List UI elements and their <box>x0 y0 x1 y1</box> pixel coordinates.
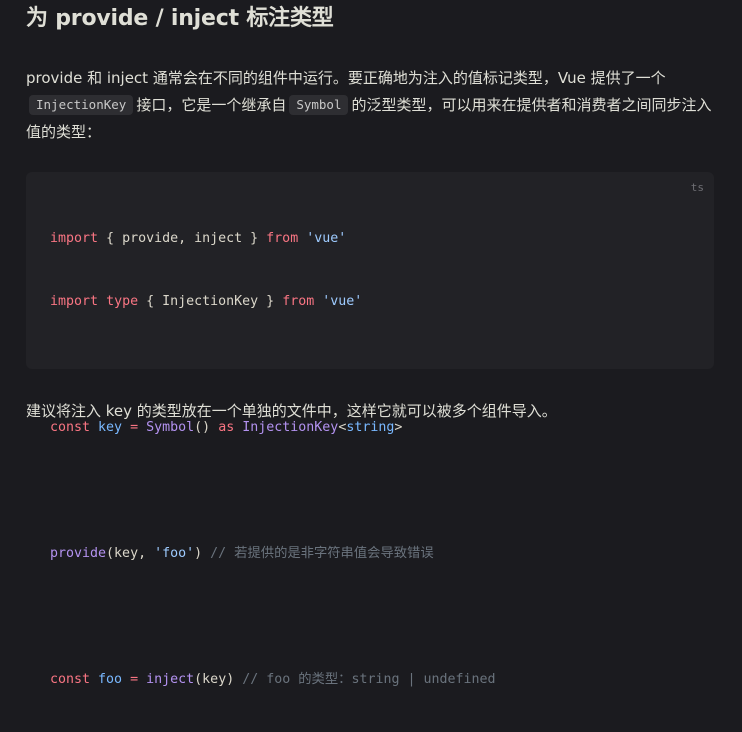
code-line-4: provide(key, 'foo') // 若提供的是非字符串值会导致错误 <box>50 543 496 564</box>
code-comment: // 若提供的是非字符串值会导致错误 <box>210 546 434 561</box>
section-heading: 为 provide / inject 标注类型 <box>26 6 334 31</box>
code-line-blank-1 <box>50 354 496 375</box>
function-provide: provide <box>50 546 107 561</box>
intro-text-1: provide 和 inject 通常会在不同的组件中运行。要正确地为注入的值标… <box>26 69 666 87</box>
inline-code-symbol: Symbol <box>289 95 349 115</box>
code-comment: // foo 的类型：string | undefined <box>242 672 496 687</box>
intro-paragraph: provide 和 inject 通常会在不同的组件中运行。要正确地为注入的值标… <box>26 65 716 146</box>
keyword-from: from <box>282 294 315 309</box>
intro-text-2: 接口，它是一个继承自 <box>136 96 287 114</box>
keyword-import: import <box>50 231 99 246</box>
recommendation-paragraph: 建议将注入 key 的类型放在一个单独的文件中，这样它就可以被多个组件导入。 <box>26 402 557 420</box>
code-punct: (key, <box>106 546 155 561</box>
code-punct: { provide, inject } <box>98 231 267 246</box>
keyword-from: from <box>266 231 299 246</box>
function-inject: inject <box>146 672 195 687</box>
variable-foo: foo <box>98 672 123 687</box>
code-punct: ) <box>194 546 203 561</box>
string-vue: 'vue' <box>306 231 347 246</box>
operator-equals: = <box>130 672 139 687</box>
code-line-1: import { provide, inject } from 'vue' <box>50 228 496 249</box>
string-vue: 'vue' <box>322 294 363 309</box>
code-line-2: import type { InjectionKey } from 'vue' <box>50 291 496 312</box>
keyword-import: import <box>50 294 99 309</box>
keyword-type: type <box>106 294 139 309</box>
code-block: ts import { provide, inject } from 'vue'… <box>26 172 714 687</box>
code-language-label: ts <box>690 181 704 194</box>
code-line-blank-3 <box>50 606 496 627</box>
code-punct: (key) <box>194 672 235 687</box>
inline-code-injectionkey: InjectionKey <box>29 95 134 115</box>
code-punct: { InjectionKey } <box>138 294 283 309</box>
code-content: import { provide, inject } from 'vue' im… <box>50 186 496 732</box>
keyword-const: const <box>50 672 91 687</box>
code-line-blank-2 <box>50 480 496 501</box>
code-line-5: const foo = inject(key) // foo 的类型：strin… <box>50 669 496 690</box>
string-foo: 'foo' <box>154 546 195 561</box>
